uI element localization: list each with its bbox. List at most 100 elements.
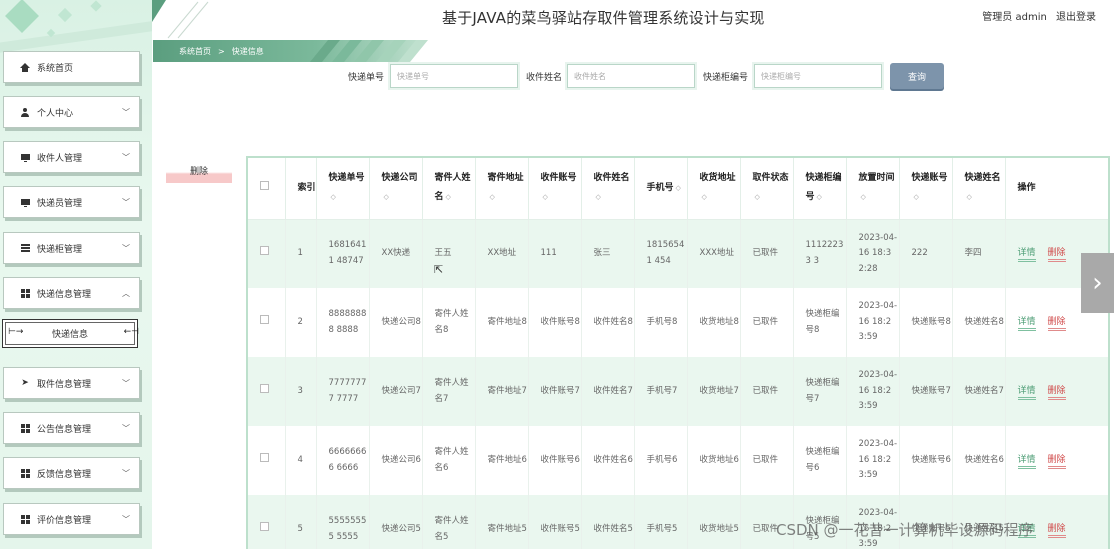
sort-icon: ◇ bbox=[330, 193, 336, 202]
column-header[interactable]: 取件状态◇ bbox=[740, 158, 794, 220]
locker-no-input[interactable]: 快递柜编号 bbox=[754, 64, 882, 88]
column-header[interactable]: 快递账号◇ bbox=[899, 158, 953, 220]
column-header[interactable]: 快递单号◇ bbox=[316, 158, 370, 220]
table-cell: 快递公司5 bbox=[369, 495, 423, 549]
sidebar-item-parcels[interactable]: 快递信息管理 ︿ bbox=[3, 277, 140, 309]
table-row[interactable]: 1 16816411 48747 XX快递 王五 XX地址 111 张三 18156541 4… bbox=[248, 219, 1108, 288]
batch-delete-button[interactable]: 删除 bbox=[166, 163, 232, 183]
monitor-icon bbox=[20, 152, 30, 162]
table-cell: 手机号7 bbox=[634, 357, 688, 426]
search-bar: 快递单号 快递单号 收件姓名 收件姓名 快递柜编号 快递柜编号 查询 bbox=[0, 63, 1114, 89]
table-cell: 2023-04-16 18:23:59 bbox=[846, 426, 900, 495]
row-checkbox[interactable] bbox=[260, 246, 269, 255]
row-checkbox[interactable] bbox=[260, 521, 269, 531]
table-cell: 18156541 454 bbox=[634, 219, 688, 288]
user-area: 管理员 admin 退出登录 bbox=[976, 8, 1096, 23]
sidebar-item-couriers[interactable]: 快递员管理 ﹀ bbox=[3, 186, 140, 218]
delete-link[interactable]: 删除 bbox=[1047, 523, 1066, 538]
chevron-up-icon: ︿ bbox=[122, 289, 130, 298]
table-cell: 收货地址5 bbox=[687, 495, 741, 549]
table-cell: 寄件地址5 bbox=[475, 495, 529, 549]
breadcrumb-home[interactable]: 系统首页 bbox=[179, 46, 211, 57]
locker-no-label: 快递柜编号 bbox=[703, 73, 749, 83]
table-cell: 快递柜编号7 bbox=[793, 357, 847, 426]
sidebar-subitem-label: 快递信息 bbox=[51, 330, 88, 340]
sidebar-item-recipients[interactable]: 收件人管理 ﹀ bbox=[3, 141, 140, 173]
user-icon bbox=[20, 107, 30, 117]
sidebar-item-feedback[interactable]: 反馈信息管理 ﹀ bbox=[3, 457, 140, 489]
table-cell: 收件账号5 bbox=[528, 495, 582, 549]
grid-icon bbox=[20, 468, 30, 478]
table-cell: 寄件地址8 bbox=[475, 288, 529, 357]
grid-icon bbox=[20, 423, 30, 433]
chevron-down-icon: ﹀ bbox=[122, 108, 130, 117]
row-actions: 详情 删除 bbox=[1005, 426, 1108, 495]
recipient-name-label: 收件姓名 bbox=[526, 73, 563, 83]
table-cell: 5 bbox=[285, 495, 317, 549]
column-header[interactable]: 手机号 ◇ bbox=[634, 158, 688, 220]
table-row[interactable]: 2 88888888 8888 快递公司8 寄件人姓名8 寄件地址8 收件账号8 收件姓名8… bbox=[248, 288, 1108, 357]
table-cell: 收件账号7 bbox=[528, 357, 582, 426]
row-checkbox[interactable] bbox=[260, 452, 269, 462]
table-cell: 已取件 bbox=[740, 288, 794, 357]
table-cell: 张三 bbox=[581, 219, 635, 288]
sidebar-item-notices[interactable]: 公告信息管理 ﹀ bbox=[3, 412, 140, 444]
table-cell: 222 bbox=[899, 219, 953, 288]
column-header[interactable]: 寄件地址◇ bbox=[475, 158, 529, 220]
table-header: 索引 快递单号◇ 快递公司◇ 寄件人姓名 ◇ 寄件地址◇ 收件账号◇ 收件姓名◇ … bbox=[248, 158, 1108, 220]
table-cell: 快递姓名8 bbox=[952, 288, 1006, 357]
table-row[interactable]: 4 66666666 6666 快递公司6 寄件人姓名6 寄件地址6 收件账号6 收件姓名6… bbox=[248, 426, 1108, 495]
table-cell: 收货地址8 bbox=[687, 288, 741, 357]
delete-link[interactable]: 删除 bbox=[1047, 454, 1066, 469]
select-all-cell bbox=[248, 158, 286, 220]
breadcrumb-decoration bbox=[310, 40, 428, 62]
sort-icon: ◇ bbox=[489, 193, 495, 202]
row-checkbox[interactable] bbox=[260, 383, 269, 393]
table-cell: 手机号5 bbox=[634, 495, 688, 549]
column-header[interactable]: 快递公司◇ bbox=[369, 158, 423, 220]
column-header[interactable]: 放置时间◇ bbox=[846, 158, 900, 220]
detail-link[interactable]: 详情 bbox=[1017, 248, 1036, 262]
sidebar-item-lockers[interactable]: 快递柜管理 ﹀ bbox=[3, 232, 140, 264]
table-cell: 16816411 48747 bbox=[316, 219, 370, 288]
delete-link[interactable]: 删除 bbox=[1047, 248, 1066, 262]
select-all-checkbox[interactable] bbox=[260, 180, 269, 190]
column-header[interactable]: 收件账号◇ bbox=[528, 158, 582, 220]
table-cell: 快递账号6 bbox=[899, 426, 953, 495]
sidebar-item-label: 公告信息管理 bbox=[37, 424, 92, 435]
search-button[interactable]: 查询 bbox=[890, 63, 944, 89]
detail-link[interactable]: 详情 bbox=[1017, 385, 1036, 400]
delete-link[interactable]: 删除 bbox=[1047, 385, 1066, 400]
table-cell: 李四 bbox=[952, 219, 1006, 288]
row-checkbox[interactable] bbox=[260, 314, 269, 324]
table-cell: 寄件人姓名5 bbox=[422, 495, 476, 549]
column-header[interactable]: 快递柜编号 ◇ bbox=[793, 158, 847, 220]
column-header[interactable]: 收货地址◇ bbox=[687, 158, 741, 220]
recipient-name-input[interactable]: 收件姓名 bbox=[567, 64, 695, 88]
table-cell: 2023-04-16 18:23:59 bbox=[846, 357, 900, 426]
chevron-down-icon: ﹀ bbox=[122, 515, 130, 524]
chevron-right-icon[interactable]: › bbox=[1081, 253, 1114, 313]
detail-link[interactable]: 详情 bbox=[1017, 316, 1036, 331]
delete-link[interactable]: 删除 bbox=[1047, 316, 1066, 331]
user-name: 管理员 admin bbox=[982, 12, 1047, 23]
logout-link[interactable]: 退出登录 bbox=[1056, 12, 1096, 23]
column-header[interactable]: 快递姓名◇ bbox=[952, 158, 1006, 220]
column-header[interactable]: 寄件人姓名 ◇ bbox=[422, 158, 476, 220]
sidebar-subitem-parcel-info[interactable]: ⊢→ 快递信息 ←⊣ bbox=[2, 319, 139, 348]
chevron-down-icon: ﹀ bbox=[122, 244, 130, 253]
list-icon bbox=[20, 243, 30, 253]
column-header[interactable]: 收件姓名◇ bbox=[581, 158, 635, 220]
send-icon: ➤ bbox=[21, 378, 29, 388]
parcel-no-input[interactable]: 快递单号 bbox=[390, 64, 518, 88]
table-cell: 寄件人姓名6 bbox=[422, 426, 476, 495]
table-cell: XXX地址 bbox=[687, 219, 741, 288]
table-row[interactable]: 3 77777777 7777 快递公司7 寄件人姓名7 寄件地址7 收件账号7 收件姓名7… bbox=[248, 357, 1108, 426]
table-cell: 1 bbox=[285, 219, 317, 288]
sidebar-item-profile[interactable]: 个人中心 ﹀ bbox=[3, 96, 140, 128]
sidebar-item-reviews[interactable]: 评价信息管理 ﹀ bbox=[3, 503, 140, 535]
grid-icon bbox=[20, 514, 30, 524]
sort-icon: ◇ bbox=[445, 193, 451, 202]
sidebar-item-pickups[interactable]: ➤ 取件信息管理 ﹀ bbox=[3, 367, 140, 399]
detail-link[interactable]: 详情 bbox=[1017, 454, 1036, 469]
